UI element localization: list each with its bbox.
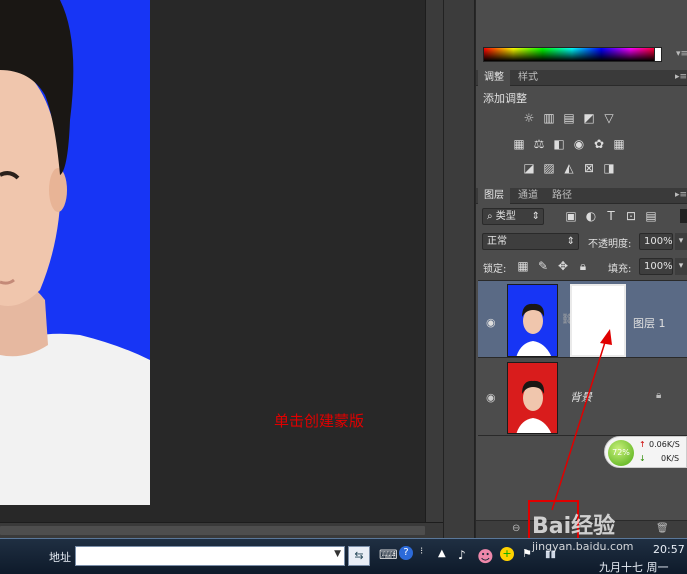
up-arrow-icon: ↑: [639, 440, 646, 449]
updown-icon: ⇕: [566, 236, 575, 247]
adjust-row-1: ☼ ▥ ▤ ◩ ▽: [520, 111, 618, 125]
flag-icon[interactable]: ⚑: [522, 547, 532, 560]
collapsed-panel-strip: [443, 0, 475, 538]
updown-icon: ⇕: [531, 211, 540, 222]
vertical-scrollbar[interactable]: [425, 0, 443, 522]
clock-time[interactable]: 20:57: [653, 543, 685, 556]
adjust-row-2: ▦ ⚖ ◧ ◉ ✿ ▦: [510, 137, 628, 151]
opacity-dropdown-icon[interactable]: ▾: [675, 233, 687, 250]
fill-dropdown-icon[interactable]: ▾: [675, 258, 687, 275]
lock-icon: 🔒︎: [656, 390, 662, 401]
show-hidden-icon[interactable]: ▲: [438, 548, 446, 559]
add-adjustment-title: 添加调整: [483, 92, 527, 105]
tab-layers[interactable]: 图层: [478, 188, 510, 204]
opacity-input[interactable]: 100%: [639, 233, 673, 250]
fill-input[interactable]: 100%: [639, 258, 673, 275]
filter-icons: ▣ ◐ T ⊡ ▤: [562, 209, 660, 223]
lock-paint-icon[interactable]: ✎: [534, 259, 552, 273]
lock-label: 锁定:: [483, 264, 507, 275]
adjust-filter-icon[interactable]: ◐: [582, 209, 600, 223]
exposure-icon[interactable]: ◩: [580, 111, 598, 125]
opacity-label: 不透明度:: [588, 239, 632, 250]
users-icon[interactable]: ☻: [477, 547, 494, 566]
panel-menu-icon[interactable]: ▸≡: [675, 190, 687, 200]
clock-date[interactable]: 九月十七 周一: [599, 559, 669, 574]
layer-name[interactable]: 图层 1: [633, 315, 666, 331]
lock-icons: ▦ ✎ ✥ 🔒︎: [514, 259, 592, 273]
layers-tabbar: 图层 通道 路径 ▸≡: [476, 188, 687, 204]
smart-filter-icon[interactable]: ▤: [642, 209, 660, 223]
type-filter-icon[interactable]: T: [602, 209, 620, 223]
horizontal-scrollbar[interactable]: [0, 522, 443, 538]
brightness-icon[interactable]: ☼: [520, 111, 538, 125]
blend-mode-select[interactable]: 正常 ⇕: [482, 233, 579, 250]
threshold-icon[interactable]: ◭: [560, 161, 578, 175]
trash-icon[interactable]: 🗑︎: [656, 523, 669, 534]
tab-paths[interactable]: 路径: [546, 188, 578, 204]
color-balance-icon[interactable]: ⚖: [530, 137, 548, 151]
channel-mixer-icon[interactable]: ✿: [590, 137, 608, 151]
lock-all-icon[interactable]: 🔒︎: [574, 259, 592, 273]
help-icon[interactable]: ?: [399, 546, 413, 560]
invert-icon[interactable]: ◪: [520, 161, 538, 175]
color-lookup-icon[interactable]: ▦: [610, 137, 628, 151]
visibility-eye-icon[interactable]: ◉: [486, 316, 496, 329]
upload-speed: 0.06K/S: [649, 440, 680, 449]
download-speed: 0K/S: [661, 454, 680, 463]
search-icon: ⌕: [487, 211, 496, 222]
instruction-annotation: 单击创建蒙版: [274, 412, 365, 430]
shape-filter-icon[interactable]: ⊡: [622, 209, 640, 223]
photo-image: [0, 0, 150, 505]
volume-icon[interactable]: ♪: [458, 548, 466, 562]
security-icon[interactable]: +: [500, 547, 514, 561]
baidu-watermark-logo: Bai经验: [532, 514, 616, 539]
down-arrow-icon: ↓: [639, 454, 646, 463]
adjust-row-3: ◪ ▨ ◭ ⊠ ◨: [520, 161, 618, 175]
address-label: 地址: [49, 551, 71, 564]
go-button[interactable]: ⇆: [348, 546, 370, 566]
visibility-eye-icon[interactable]: ◉: [486, 391, 496, 404]
lock-position-icon[interactable]: ✥: [554, 259, 572, 273]
color-spectrum[interactable]: [483, 47, 661, 62]
tab-styles[interactable]: 样式: [512, 70, 544, 86]
keyboard-icon[interactable]: ⌨: [379, 548, 398, 563]
layer-filter-select[interactable]: ⌕ 类型 ⇕: [482, 208, 544, 225]
photoshop-window: 单击创建蒙版 ▾≡ 调整 样式 ▸≡ 添加调整 ☼ ▥ ▤ ◩ ▽ ▦ ⚖ ◧ …: [0, 0, 687, 574]
dropdown-arrow-icon[interactable]: ▼: [334, 549, 341, 559]
hue-sat-icon[interactable]: ▦: [510, 137, 528, 151]
posterize-icon[interactable]: ▨: [540, 161, 558, 175]
filter-toggle[interactable]: [680, 209, 687, 223]
color-panel: ▾≡: [476, 0, 687, 70]
levels-icon[interactable]: ▥: [540, 111, 558, 125]
tab-adjustments[interactable]: 调整: [478, 70, 510, 86]
photo-filter-icon[interactable]: ◉: [570, 137, 588, 151]
watermark-url: jingyan.baidu.com: [532, 540, 634, 553]
gradient-map-icon[interactable]: ◨: [600, 161, 618, 175]
tab-channels[interactable]: 通道: [512, 188, 544, 204]
adjust-tabbar: 调整 样式 ▸≡: [476, 70, 687, 86]
bw-icon[interactable]: ◧: [550, 137, 568, 151]
vibrance-icon[interactable]: ▽: [600, 111, 618, 125]
selective-color-icon[interactable]: ⊠: [580, 161, 598, 175]
panel-menu-icon[interactable]: ▾≡: [676, 49, 687, 59]
pixel-filter-icon[interactable]: ▣: [562, 209, 580, 223]
curves-icon[interactable]: ▤: [560, 111, 578, 125]
scrollbar-thumb[interactable]: [0, 526, 425, 535]
fill-label: 填充:: [608, 264, 632, 275]
annotation-arrow: [551, 329, 612, 511]
lock-transparent-icon[interactable]: ▦: [514, 259, 532, 273]
handle-icon[interactable]: ⁝: [420, 546, 423, 557]
link-layers-icon[interactable]: ⊖: [512, 523, 520, 534]
panel-menu-icon[interactable]: ▸≡: [675, 72, 687, 82]
address-input[interactable]: ▼: [75, 546, 345, 566]
white-swatch[interactable]: [654, 47, 662, 62]
document-canvas[interactable]: 单击创建蒙版: [0, 0, 443, 522]
